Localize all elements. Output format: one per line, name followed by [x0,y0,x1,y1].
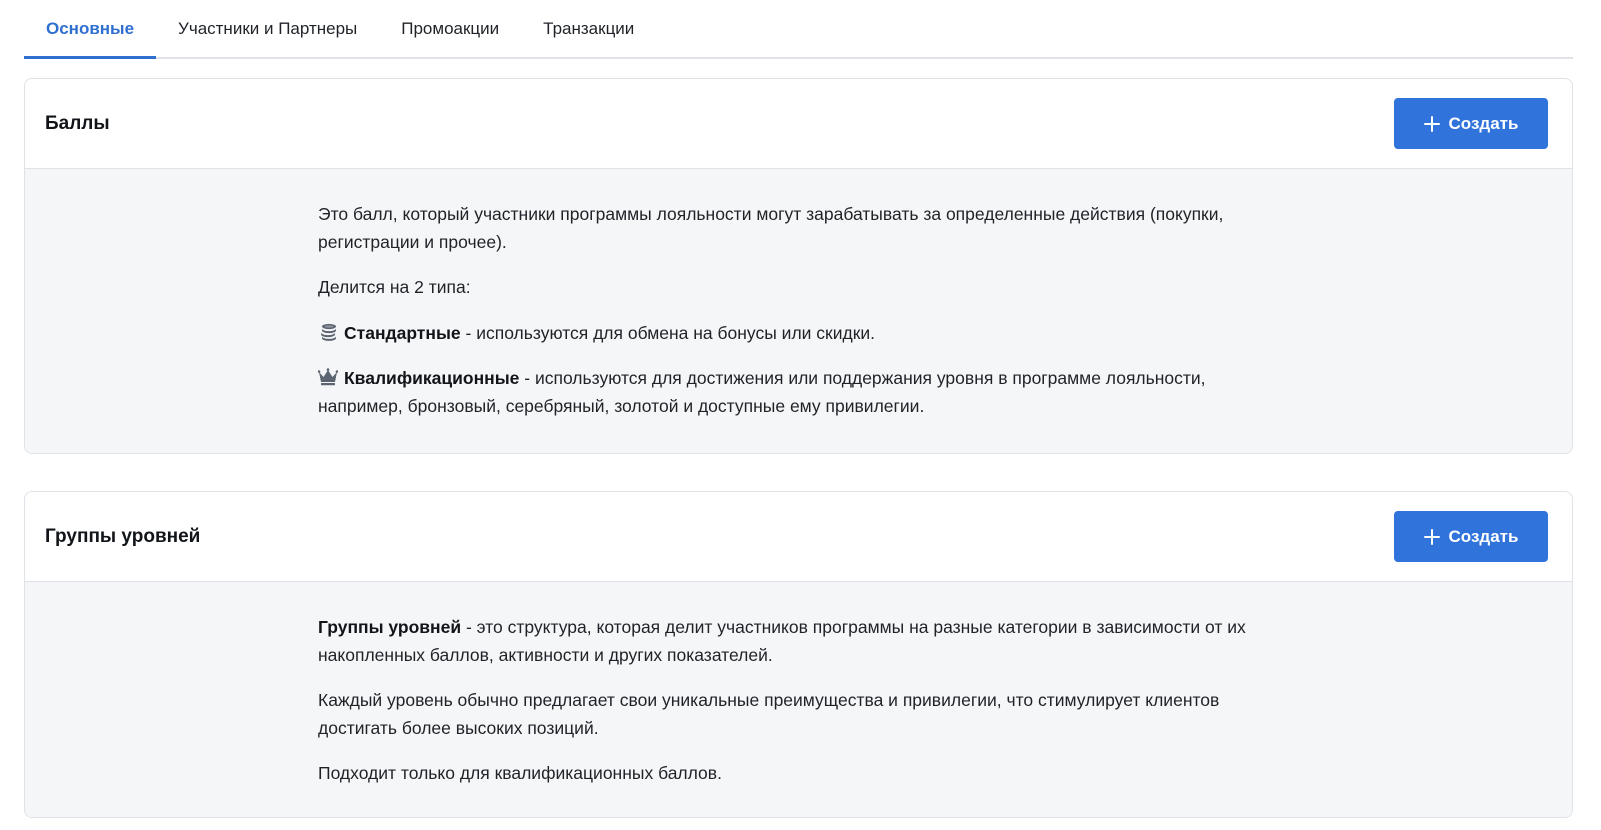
tab-promotions[interactable]: Промоакции [379,0,521,57]
standard-points-text: - используются для обмена на бонусы или … [460,322,875,343]
tier-groups-card-header: Группы уровней Создать [25,492,1572,582]
points-type-qualifying: Квалификационные - используются для дост… [318,365,1278,420]
create-points-button[interactable]: Создать [1394,98,1548,149]
page: Основные Участники и Партнеры Промоакции… [0,0,1601,830]
create-button-label: Создать [1448,113,1519,133]
create-tier-group-button[interactable]: Создать [1394,511,1548,562]
points-card-body: Это балл, который участники программы ло… [25,169,1572,453]
tier-groups-term: Группы уровней [318,617,462,637]
tab-participants-partners[interactable]: Участники и Партнеры [156,0,379,57]
points-card-header: Баллы Создать [25,79,1572,169]
points-description: Это балл, который участники программы ло… [318,204,1224,252]
tab-label: Промоакции [401,18,500,38]
points-card: Баллы Создать Это балл, который участник… [24,78,1573,454]
standard-points-name: Стандартные [344,322,461,343]
crown-icon [318,368,338,386]
tab-transactions[interactable]: Транзакции [521,0,656,57]
plus-icon [1423,115,1440,132]
tier-groups-definition: Группы уровней - это структура, которая … [318,614,1278,669]
tab-label: Транзакции [543,18,635,38]
qualifying-points-name: Квалификационные [344,368,520,388]
tier-groups-note: Подходит только для квалификационных бал… [318,763,722,783]
create-button-label: Создать [1448,526,1519,546]
tab-main[interactable]: Основные [24,0,157,59]
coins-icon [321,323,336,341]
tab-bar: Основные Участники и Партнеры Промоакции… [24,0,1573,59]
tab-label: Основные [46,18,135,38]
points-type-standard: Стандартные - используются для обмена на… [318,320,1278,348]
tier-groups-benefits: Каждый уровень обычно предлагает свои ун… [318,690,1220,738]
tab-label: Участники и Партнеры [178,18,358,38]
tier-groups-card-body: Группы уровней - это структура, которая … [25,582,1572,817]
points-title: Баллы [45,112,110,134]
plus-icon [1423,528,1440,545]
tier-groups-card: Группы уровней Создать Группы уровней - … [24,491,1573,818]
points-types-intro: Делится на 2 типа: [318,277,471,297]
tier-groups-title: Группы уровней [45,525,201,547]
